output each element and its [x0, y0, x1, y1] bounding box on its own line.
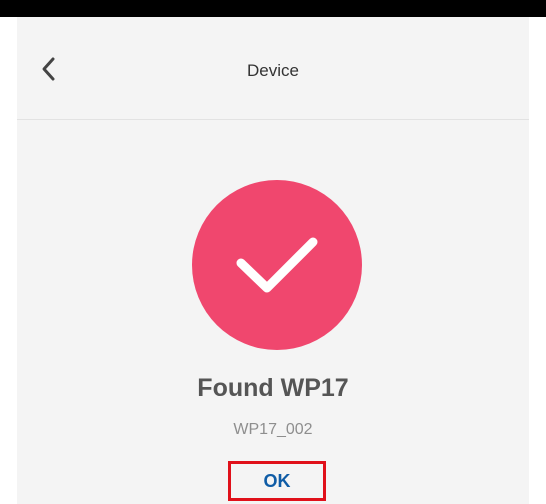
result-title: Found WP17 [197, 374, 349, 402]
page-title: Device [247, 61, 299, 80]
device-found-screen: Device Found WP17 WP17_002 OK [17, 17, 529, 504]
status-bar [0, 0, 546, 17]
app-header: Device [17, 17, 529, 120]
screen: Device Found WP17 WP17_002 OK [0, 0, 546, 504]
checkmark-icon [236, 237, 318, 293]
success-badge [192, 180, 362, 350]
device-id-label: WP17_002 [233, 421, 313, 438]
ok-button[interactable]: OK [228, 461, 326, 501]
